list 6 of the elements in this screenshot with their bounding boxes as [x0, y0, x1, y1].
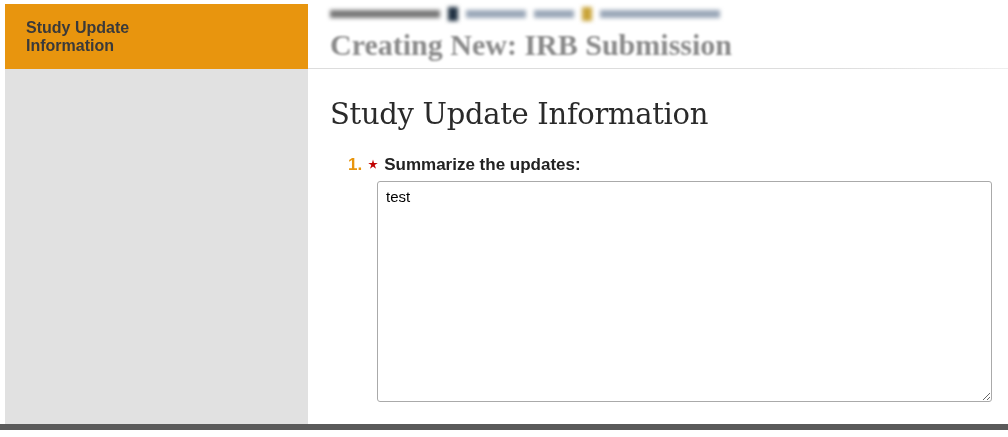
- question-number: 1.: [348, 155, 363, 175]
- page-title: Creating New: IRB Submission: [330, 27, 733, 63]
- question-label: Summarize the updates:: [384, 155, 581, 175]
- sidebar-item[interactable]: Study Update Information: [5, 4, 308, 69]
- answer-box[interactable]: test: [377, 181, 992, 402]
- section-heading: Study Update Information: [330, 97, 710, 131]
